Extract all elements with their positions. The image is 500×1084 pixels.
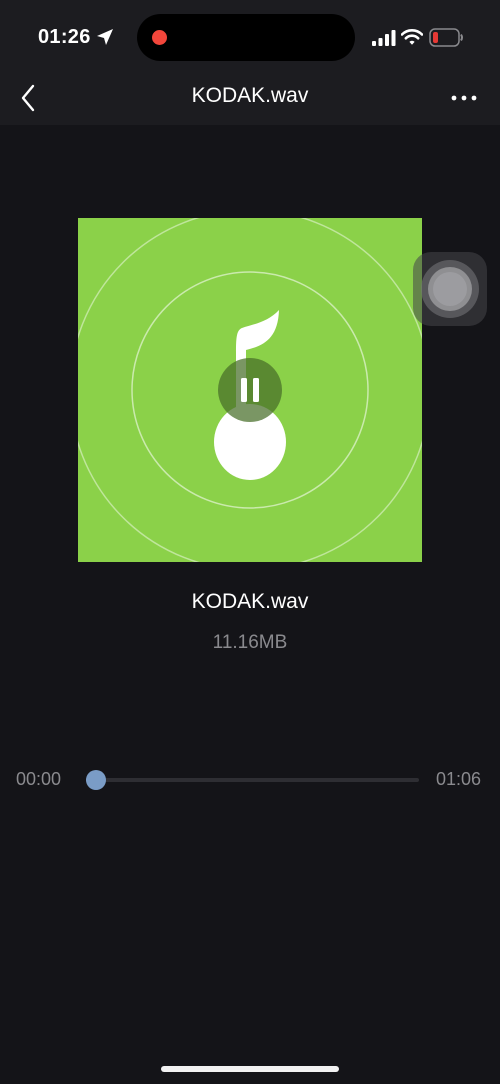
more-button[interactable] [446,84,482,112]
progress-thumb[interactable] [85,770,106,790]
signal-icon [372,30,396,46]
progress-slider[interactable] [86,778,419,782]
assistive-touch-button[interactable] [413,252,487,326]
location-arrow-icon [97,29,113,45]
status-time: 01:26 [38,26,91,48]
more-icon [451,95,477,101]
recording-indicator-icon [152,30,167,45]
page-title: KODAK.wav [191,84,309,107]
track-name: KODAK.wav [191,590,309,613]
total-duration: 01:06 [436,769,482,789]
battery-icon [429,28,463,47]
nav-bar: KODAK.wav [0,72,500,125]
pause-icon [241,378,259,402]
dynamic-island [137,14,355,61]
wifi-icon [401,29,423,45]
file-size: 11.16MB [212,632,288,653]
home-indicator [161,1066,339,1072]
pause-button[interactable] [218,358,282,422]
elapsed-time: 00:00 [16,769,62,789]
status-bar: 01:26 [0,0,500,72]
